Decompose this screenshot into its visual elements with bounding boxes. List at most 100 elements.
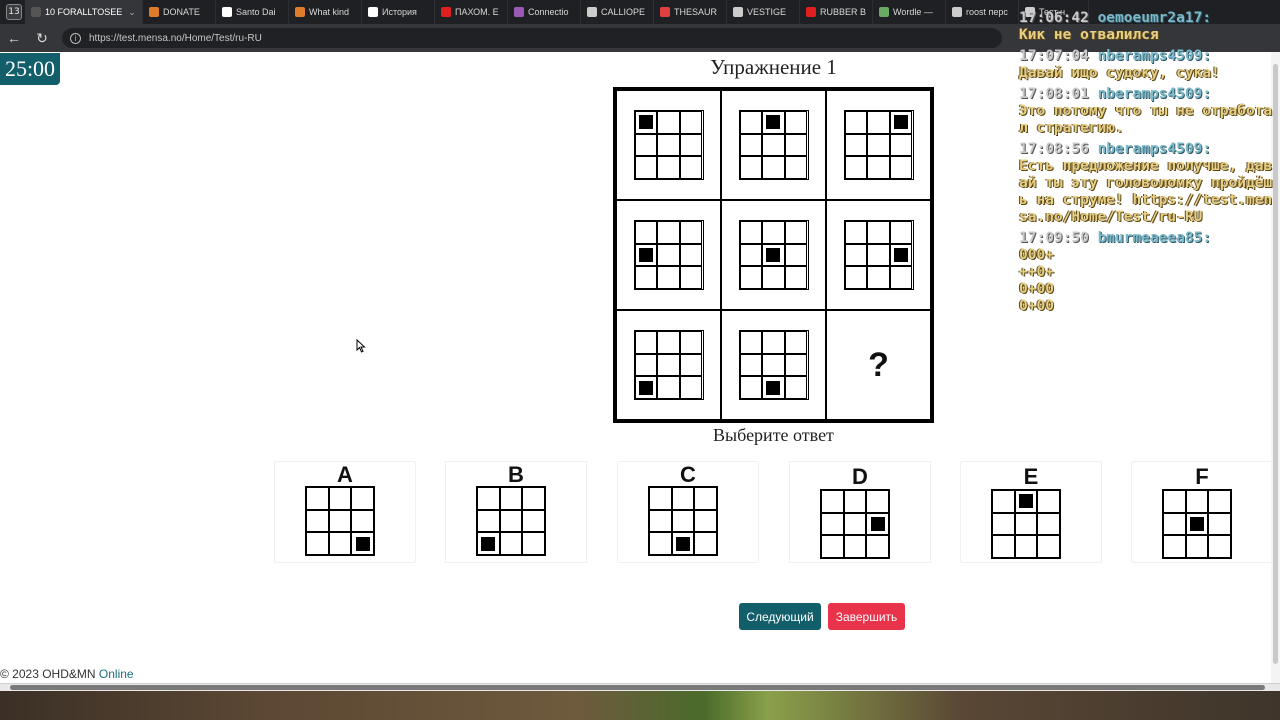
tab-label: DONATE: [163, 7, 200, 17]
chat-username: nberamps4509: [1097, 48, 1203, 64]
matrix-cell: [826, 90, 931, 200]
tab-favicon-icon: [952, 7, 962, 17]
empty-square: [867, 266, 890, 289]
chat-text: 000+ ++0+ 0+00 0+00: [1019, 247, 1054, 314]
empty-square: [784, 243, 808, 267]
filled-square: [866, 512, 889, 536]
empty-square: [657, 353, 680, 377]
empty-square: [867, 133, 890, 157]
url-text: https://test.mensa.no/Home/Test/ru-RU: [89, 32, 262, 44]
matrix-cell: [616, 310, 721, 420]
answer-option-c[interactable]: C: [617, 461, 759, 563]
answer-option-e[interactable]: E: [960, 461, 1102, 563]
chat-username: bmurmeaeea85: [1097, 230, 1203, 246]
browser-tab[interactable]: ПАХОМ. Е: [435, 0, 508, 24]
empty-square: [844, 111, 868, 134]
empty-square: [657, 111, 680, 134]
empty-square: [739, 133, 763, 157]
option-label: C: [680, 462, 696, 487]
empty-square: [657, 221, 680, 244]
site-info-icon[interactable]: i: [70, 32, 81, 44]
empty-square: [634, 133, 658, 157]
browser-tab[interactable]: roost перс: [946, 0, 1019, 24]
tab-favicon-icon: [368, 7, 378, 17]
empty-square: [889, 266, 913, 289]
chat-username: nberamps4509: [1097, 141, 1203, 157]
browser-tab[interactable]: Connectio: [508, 0, 581, 24]
option-label: A: [337, 462, 353, 487]
copyright-text: © 2023 OHD&MN: [0, 667, 96, 681]
browser-tab[interactable]: DONATE: [143, 0, 216, 24]
browser-tab[interactable]: RUBBER B: [800, 0, 873, 24]
browser-tab[interactable]: VESTIGE: [727, 0, 800, 24]
scrollbar-thumb[interactable]: [10, 685, 1265, 690]
footer-link[interactable]: Online: [99, 667, 134, 681]
empty-square: [351, 487, 374, 510]
browser-tab[interactable]: История: [362, 0, 435, 24]
empty-square: [867, 156, 890, 179]
empty-square: [657, 133, 680, 157]
tab-favicon-icon: [514, 7, 524, 17]
answer-option-d[interactable]: D: [789, 461, 931, 563]
browser-tab[interactable]: CALLIOPE: [581, 0, 654, 24]
chat-text: Кик не отвалился: [1019, 27, 1159, 43]
chat-username: oemoeumr2a17: [1097, 10, 1203, 26]
empty-square: [328, 532, 352, 555]
empty-square: [784, 156, 808, 179]
answer-option-b[interactable]: B: [445, 461, 587, 563]
tab-label: THESAUR: [674, 7, 718, 17]
tab-label: История: [382, 7, 417, 17]
browser-tab[interactable]: 10 FORALLTOSEE ⌄: [25, 0, 143, 24]
chat-text: Есть предложение получше, давай ты эту г…: [1019, 158, 1273, 225]
grid-figure: [738, 110, 809, 180]
chat-timestamp: 17:08:01: [1019, 86, 1089, 102]
answer-option-a[interactable]: A: [274, 461, 416, 563]
empty-square: [634, 221, 658, 244]
filled-square: [889, 111, 913, 134]
tab-favicon-icon: [806, 7, 816, 17]
filled-square: [477, 532, 500, 555]
empty-square: [866, 490, 889, 513]
browser-tab[interactable]: What kind: [289, 0, 362, 24]
finish-button[interactable]: Завершить: [828, 603, 905, 630]
empty-square: [306, 532, 329, 555]
tab-count-badge[interactable]: 13: [6, 4, 22, 20]
chat-timestamp: 17:08:56: [1019, 141, 1089, 157]
browser-tab[interactable]: Wordle —: [873, 0, 946, 24]
browser-tab[interactable]: THESAUR: [654, 0, 727, 24]
empty-square: [499, 487, 523, 510]
empty-square: [306, 509, 329, 533]
empty-square: [694, 532, 717, 555]
back-arrow-icon[interactable]: ←: [0, 24, 28, 52]
empty-square: [844, 221, 868, 244]
tab-label: VESTIGE: [747, 7, 787, 17]
matrix-cell: [826, 200, 931, 310]
tab-favicon-icon: [295, 7, 305, 17]
grid-figure: [820, 489, 890, 559]
answer-option-f[interactable]: F: [1131, 461, 1273, 563]
empty-square: [1163, 512, 1186, 536]
empty-square: [821, 535, 844, 558]
empty-square: [1208, 512, 1231, 536]
empty-square: [499, 532, 523, 555]
empty-square: [1037, 490, 1060, 513]
next-button[interactable]: Следующий: [739, 603, 821, 630]
empty-square: [679, 353, 703, 377]
empty-square: [671, 487, 695, 510]
question-mark: ?: [868, 345, 889, 384]
browser-tab[interactable]: Santo Dai: [216, 0, 289, 24]
url-field[interactable]: i https://test.mensa.no/Home/Test/ru-RU: [62, 28, 1002, 48]
empty-square: [739, 156, 763, 179]
grid-figure: [633, 110, 704, 180]
chat-message: 17:09:50 bmurmeaeea85: 000+ ++0+ 0+00 0+0…: [1019, 230, 1274, 315]
missing-cell: ?: [826, 310, 931, 420]
tab-favicon-icon: [879, 7, 889, 17]
empty-square: [634, 353, 658, 377]
tab-group-chevron-icon[interactable]: ⌄: [128, 7, 136, 18]
empty-square: [762, 353, 785, 377]
horizontal-scrollbar[interactable]: [0, 683, 1280, 691]
empty-square: [762, 156, 785, 179]
matrix-cell: [721, 200, 826, 310]
filled-square: [889, 243, 913, 267]
reload-icon[interactable]: ↻: [28, 24, 56, 52]
